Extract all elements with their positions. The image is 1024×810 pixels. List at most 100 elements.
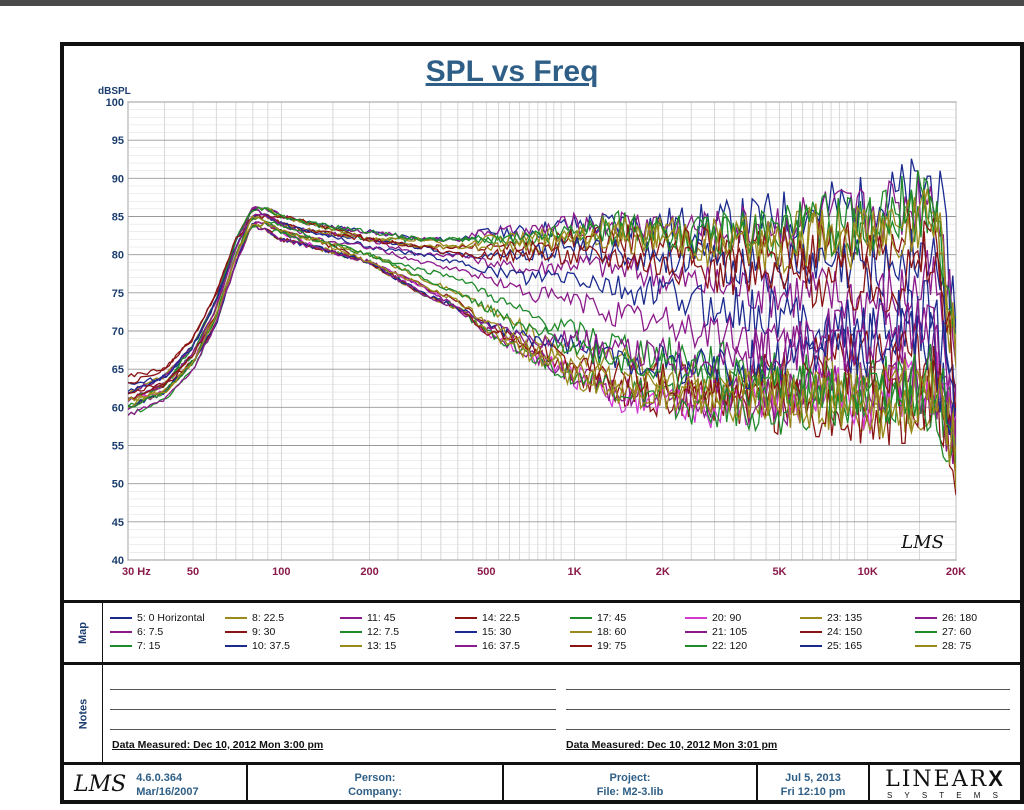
legend-label: 14: 22.5 <box>482 612 520 624</box>
y-tick-label: 50 <box>112 479 124 491</box>
project-label: Project: <box>609 771 651 784</box>
legend-label: 25: 165 <box>827 640 863 652</box>
legend-label: 16: 37.5 <box>482 640 520 652</box>
footer-version-cell: LMS 4.6.0.364 Mar/16/2007 <box>64 765 246 804</box>
legend-label: 9: 30 <box>252 626 276 638</box>
legend-swatch <box>685 645 707 647</box>
notes-label: Notes <box>64 665 103 762</box>
x-tick-label: 1K <box>567 566 581 578</box>
legend: 5: 0 Horizontal 6: 7.5 7: 15 8: 22.5 9: 30 10… <box>104 610 1018 658</box>
legend-swatch <box>570 617 592 619</box>
x-tick-label: 50 <box>187 566 199 578</box>
legend-swatch <box>110 631 132 633</box>
legend-label: 18: 60 <box>597 626 627 638</box>
notes-line <box>110 689 556 690</box>
y-tick-label: 55 <box>112 441 124 453</box>
legend-item: 15: 30 <box>455 625 511 639</box>
y-tick-label: 90 <box>112 173 124 185</box>
legend-item: 6: 7.5 <box>110 625 163 639</box>
lms-watermark: LMS <box>900 532 944 553</box>
x-tick-label: 20K <box>946 566 966 578</box>
legend-swatch <box>225 617 247 619</box>
y-tick-label: 65 <box>112 364 124 376</box>
legend-item: 28: 75 <box>915 639 971 653</box>
y-tick-label: 95 <box>112 135 124 147</box>
notes-line <box>110 709 556 710</box>
legend-item: 16: 37.5 <box>455 639 520 653</box>
legend-item: 17: 45 <box>570 611 626 625</box>
time-text: Fri 12:10 pm <box>780 785 846 798</box>
legend-label: 7: 15 <box>137 640 161 652</box>
legend-label: 12: 7.5 <box>367 626 400 638</box>
legend-swatch <box>915 645 937 647</box>
footer: LMS 4.6.0.364 Mar/16/2007 Person: Compan… <box>64 765 1020 804</box>
legend-label: 8: 22.5 <box>252 612 285 624</box>
legend-label: 13: 15 <box>367 640 397 652</box>
legend-swatch <box>225 645 247 647</box>
lms-logo: LMS <box>74 771 127 797</box>
legend-item: 24: 150 <box>800 625 862 639</box>
person-label: Person: <box>354 771 396 784</box>
legend-label: 26: 180 <box>942 612 978 624</box>
legend-swatch <box>800 645 822 647</box>
footer-person-cell: Person: Company: <box>246 765 502 804</box>
legend-label: 20: 90 <box>712 612 742 624</box>
legend-swatch <box>340 617 362 619</box>
notes-line <box>566 709 1010 710</box>
legend-swatch <box>340 631 362 633</box>
legend-label: 10: 37.5 <box>252 640 290 652</box>
legend-label: 24: 150 <box>827 626 863 638</box>
notes-line <box>566 729 1010 730</box>
date-text: Jul 5, 2013 <box>785 771 841 784</box>
legend-swatch <box>110 645 132 647</box>
legend-swatch <box>455 631 477 633</box>
x-tick-label: 30 Hz <box>122 566 151 578</box>
legend-label: 15: 30 <box>482 626 512 638</box>
footer-date-cell: Jul 5, 2013 Fri 12:10 pm <box>756 765 868 804</box>
legend-item: 5: 0 Horizontal <box>110 611 205 625</box>
footer-brand-cell: LINEARX S Y S T E M S <box>868 765 1020 804</box>
legend-item: 14: 22.5 <box>455 611 520 625</box>
legend-swatch <box>800 617 822 619</box>
x-tick-label: 500 <box>477 566 495 578</box>
legend-swatch <box>455 645 477 647</box>
x-tick-label: 10K <box>858 566 878 578</box>
y-tick-label: 100 <box>106 97 124 109</box>
version-date: Mar/16/2007 <box>136 785 199 798</box>
y-tick-label: 70 <box>112 326 124 338</box>
legend-swatch <box>685 631 707 633</box>
x-tick-label: 100 <box>272 566 290 578</box>
legend-item: 27: 60 <box>915 625 971 639</box>
legend-item: 10: 37.5 <box>225 639 290 653</box>
legend-item: 19: 75 <box>570 639 626 653</box>
legend-item: 13: 15 <box>340 639 396 653</box>
spl-chart: 404550556065707580859095100dBSPL30 Hz 50 1… <box>98 86 966 578</box>
data-measured-left: Data Measured: Dec 10, 2012 Mon 3:00 pm <box>112 739 324 751</box>
legend-item: 25: 165 <box>800 639 862 653</box>
legend-label: 5: 0 Horizontal <box>137 612 205 624</box>
legend-item: 12: 7.5 <box>340 625 399 639</box>
data-measured-right: Data Measured: Dec 10, 2012 Mon 3:01 pm <box>566 739 778 751</box>
version-number: 4.6.0.364 <box>136 771 183 784</box>
company-label: Company: <box>348 785 402 798</box>
legend-item: 26: 180 <box>915 611 977 625</box>
legend-swatch <box>685 617 707 619</box>
legend-item: 22: 120 <box>685 639 747 653</box>
legend-swatch <box>340 645 362 647</box>
file-name: File: M2-3.lib <box>596 785 664 798</box>
top-bar <box>0 0 1024 6</box>
legend-item: 20: 90 <box>685 611 741 625</box>
legend-swatch <box>915 617 937 619</box>
legend-label: 27: 60 <box>942 626 972 638</box>
y-tick-label: 85 <box>112 212 124 224</box>
y-tick-label: 80 <box>112 250 124 262</box>
x-tick-label: 200 <box>360 566 378 578</box>
legend-label: 28: 75 <box>942 640 972 652</box>
x-tick-label: 2K <box>656 566 670 578</box>
legend-swatch <box>570 631 592 633</box>
systems-text: S Y S T E M S <box>887 791 1003 800</box>
legend-swatch <box>110 617 132 619</box>
notes-line <box>566 689 1010 690</box>
legend-label: 23: 135 <box>827 612 863 624</box>
y-tick-label: 45 <box>112 517 124 529</box>
